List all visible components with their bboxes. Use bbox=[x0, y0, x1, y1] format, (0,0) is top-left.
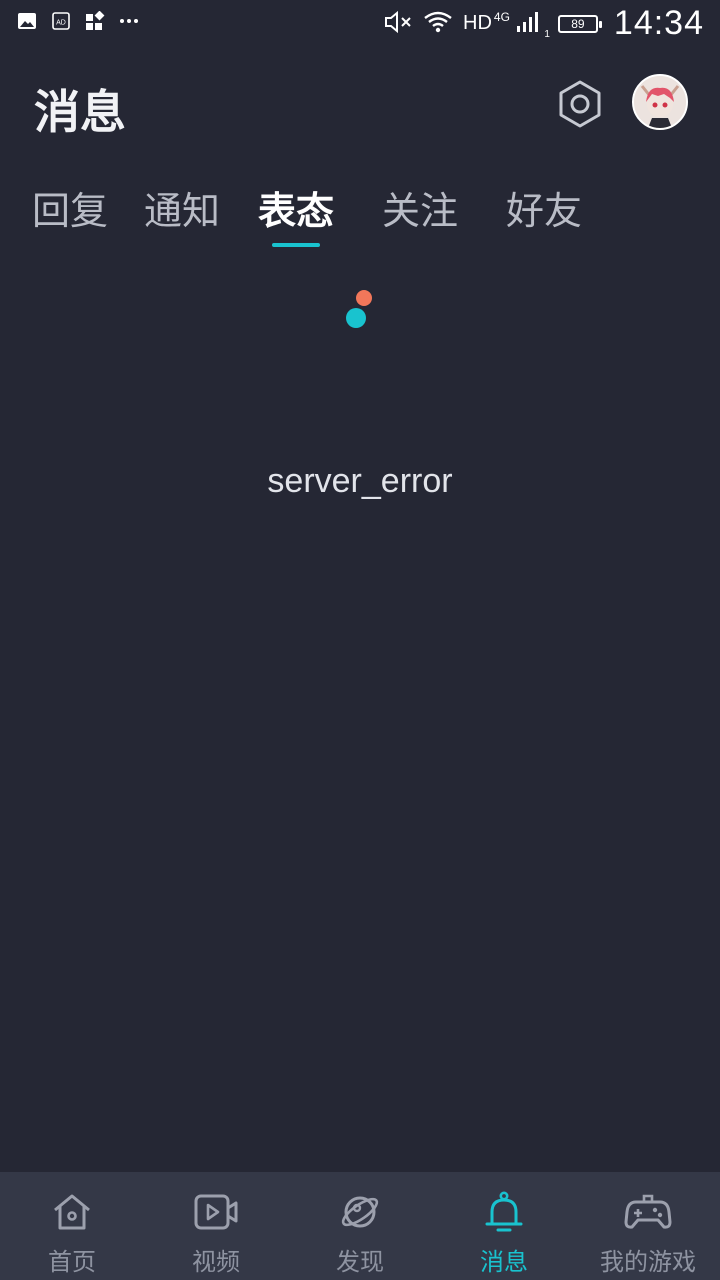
nav-label-my-games: 我的游戏 bbox=[600, 1248, 696, 1276]
settings-button[interactable] bbox=[554, 78, 606, 130]
loader-dot-teal bbox=[346, 308, 366, 328]
loading-indicator bbox=[344, 288, 374, 330]
nav-label-home: 首页 bbox=[48, 1248, 96, 1276]
status-left-icons: AD bbox=[16, 10, 140, 32]
tab-following[interactable]: 关注 bbox=[382, 180, 458, 235]
loader-dot-orange bbox=[356, 290, 372, 306]
signal-sim-number: 1 bbox=[544, 28, 550, 40]
network-type-text: 4G bbox=[493, 10, 510, 24]
status-right-icons: HD 4G 1 89 14:34 bbox=[383, 4, 704, 43]
nav-item-video[interactable]: 视频 bbox=[144, 1172, 288, 1280]
status-bar: AD HD 4G 1 89 14:34 bbox=[0, 0, 720, 48]
page-title: 消息 bbox=[34, 85, 126, 139]
svg-text:AD: AD bbox=[56, 20, 66, 27]
header: 消息 bbox=[0, 48, 720, 168]
wifi-icon bbox=[423, 10, 453, 38]
more-dots-icon bbox=[118, 10, 140, 32]
nav-item-my-games[interactable]: 我的游戏 bbox=[576, 1172, 720, 1280]
bottom-nav: 首页 视频 发现 消息 我的游戏 bbox=[0, 1172, 720, 1280]
message-tabs: 回复 通知 表态 关注 好友 bbox=[0, 176, 720, 256]
tab-replies[interactable]: 回复 bbox=[32, 180, 108, 235]
hexagon-settings-icon bbox=[559, 80, 601, 128]
battery-level: 89 bbox=[571, 16, 585, 31]
active-tab-indicator bbox=[272, 243, 320, 247]
nav-item-home[interactable]: 首页 bbox=[0, 1172, 144, 1280]
tab-friends[interactable]: 好友 bbox=[506, 180, 582, 235]
error-message: server_error bbox=[267, 462, 453, 500]
planet-icon bbox=[336, 1188, 384, 1236]
tab-notifications[interactable]: 通知 bbox=[144, 180, 220, 235]
nav-item-discover[interactable]: 发现 bbox=[288, 1172, 432, 1280]
nav-label-messages: 消息 bbox=[480, 1248, 528, 1276]
signal-icon: 1 bbox=[516, 10, 550, 40]
nav-item-messages[interactable]: 消息 bbox=[432, 1172, 576, 1280]
gamepad-icon bbox=[624, 1188, 672, 1236]
mute-icon bbox=[383, 9, 413, 39]
bell-icon bbox=[480, 1188, 528, 1236]
home-icon bbox=[48, 1188, 96, 1236]
network-hd-text: HD bbox=[463, 12, 492, 34]
tab-reactions[interactable]: 表态 bbox=[258, 180, 334, 235]
user-avatar-image bbox=[634, 76, 686, 128]
image-icon bbox=[16, 10, 38, 32]
ad-icon: AD bbox=[50, 10, 72, 32]
video-icon bbox=[192, 1188, 240, 1236]
nav-label-discover: 发现 bbox=[336, 1248, 384, 1276]
avatar[interactable] bbox=[632, 74, 688, 130]
nav-label-video: 视频 bbox=[192, 1248, 240, 1276]
widgets-icon bbox=[84, 10, 106, 32]
status-time: 14:34 bbox=[613, 4, 704, 42]
battery-icon: 89 bbox=[557, 14, 602, 33]
network-label: HD 4G bbox=[463, 10, 510, 35]
